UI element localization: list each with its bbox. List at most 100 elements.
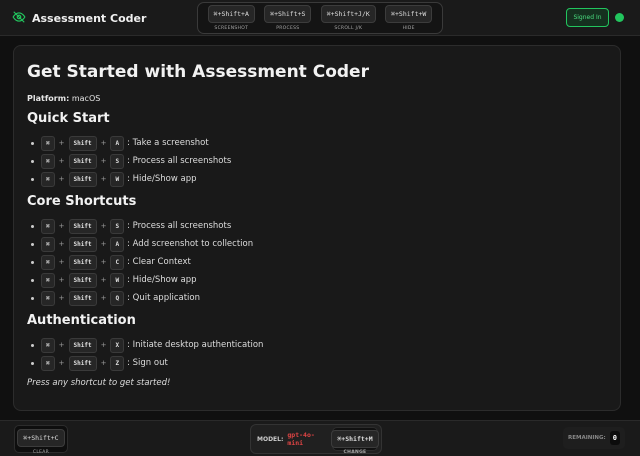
- key-letter: C: [110, 254, 125, 270]
- section-title: Authentication: [27, 313, 136, 328]
- shortcut-description: : Hide/Show app: [127, 174, 197, 184]
- plus: +: [58, 294, 65, 302]
- plus: +: [58, 240, 65, 248]
- bottom-bar: ⌘+Shift+C CLEAR MODEL: gpt-4o-mini ⌘+Shif…: [0, 420, 640, 456]
- key-shift: Shift: [68, 171, 97, 187]
- shortcut-label: HIDE: [402, 26, 415, 31]
- key-letter: A: [110, 236, 125, 252]
- model-selector: MODEL: gpt-4o-mini ⌘+Shift+M CHANGE: [250, 424, 382, 455]
- platform-value: macOS: [71, 94, 101, 103]
- plus: +: [100, 157, 107, 165]
- bullet: [31, 177, 34, 181]
- plus: +: [100, 175, 107, 183]
- key-letter: S: [110, 153, 125, 169]
- key-letter: Q: [110, 290, 125, 306]
- key-letter: W: [110, 272, 125, 288]
- list-item: ⌘ + Shift + Z : Sign out: [27, 354, 607, 372]
- eye-off-icon: [12, 10, 26, 27]
- bullet: [31, 260, 34, 264]
- list-item: ⌘ + Shift + Q : Quit application: [27, 289, 607, 307]
- shortcut-list: ⌘ + Shift + S : Process all screenshots ⌘ +…: [27, 217, 607, 307]
- plus: +: [100, 222, 107, 230]
- shortcut-keys: ⌘+Shift+J/K: [320, 5, 376, 23]
- plus: +: [58, 175, 65, 183]
- key-cmd: ⌘: [41, 254, 55, 270]
- shortcut-description: : Process all screenshots: [127, 156, 232, 166]
- key-cmd: ⌘: [41, 135, 55, 151]
- bullet: [31, 224, 34, 228]
- list-item: ⌘ + Shift + S : Process all screenshots: [27, 217, 607, 235]
- key-shift: Shift: [68, 236, 97, 252]
- plus: +: [100, 258, 107, 266]
- bullet: [31, 296, 34, 300]
- section-title: Core Shortcuts: [27, 194, 137, 209]
- key-shift: Shift: [68, 290, 97, 306]
- plus: +: [100, 276, 107, 284]
- remaining-label: REMAINING:: [568, 435, 606, 441]
- key-shift: Shift: [68, 355, 97, 371]
- key-cmd: ⌘: [41, 290, 55, 306]
- shortcut-description: : Add screenshot to collection: [127, 239, 254, 249]
- shortcut-label: CHANGE: [343, 450, 367, 455]
- bullet: [31, 141, 34, 145]
- key-letter: Z: [110, 355, 125, 371]
- plus: +: [58, 341, 65, 349]
- plus: +: [58, 276, 65, 284]
- shortcut-list: ⌘ + Shift + A : Take a screenshot ⌘ + Shift…: [27, 134, 607, 188]
- signed-in-button[interactable]: Signed In: [566, 8, 609, 27]
- list-item: ⌘ + Shift + W : Hide/Show app: [27, 271, 607, 289]
- clear-shortcut[interactable]: ⌘+Shift+C CLEAR: [14, 425, 68, 455]
- plus: +: [100, 240, 107, 248]
- shortcut-bar: ⌘+Shift+A SCREENSHOT ⌘+Shift+S PROCESS ⌘+S…: [197, 2, 443, 34]
- key-shift: Shift: [68, 153, 97, 169]
- key-shift: Shift: [68, 272, 97, 288]
- remaining-counter: REMAINING: 0: [563, 427, 625, 449]
- shortcut-process[interactable]: ⌘+Shift+S PROCESS: [264, 5, 312, 31]
- shortcut-keys: ⌘+Shift+S: [264, 5, 312, 23]
- shortcut-screenshot[interactable]: ⌘+Shift+A SCREENSHOT: [207, 5, 255, 31]
- platform-label: Platform:: [27, 94, 70, 103]
- shortcut-description: : Initiate desktop authentication: [127, 340, 264, 350]
- shortcut-keys: ⌘+Shift+M: [331, 430, 379, 448]
- change-model-button[interactable]: ⌘+Shift+M CHANGE: [331, 427, 379, 455]
- model-label: MODEL:: [257, 435, 284, 443]
- key-cmd: ⌘: [41, 218, 55, 234]
- model-value: gpt-4o-mini: [287, 431, 315, 447]
- key-letter: W: [110, 171, 125, 187]
- shortcut-description: : Take a screenshot: [127, 138, 209, 148]
- shortcut-scroll[interactable]: ⌘+Shift+J/K SCROLL J/K: [320, 5, 376, 31]
- top-bar: Assessment Coder ⌘+Shift+A SCREENSHOT ⌘+S…: [0, 0, 640, 36]
- shortcut-label: SCREENSHOT: [214, 26, 249, 31]
- plus: +: [100, 139, 107, 147]
- plus: +: [100, 294, 107, 302]
- footer-hint: Press any shortcut to get started!: [27, 378, 171, 388]
- key-letter: S: [110, 218, 125, 234]
- list-item: ⌘ + Shift + W : Hide/Show app: [27, 170, 607, 188]
- shortcut-hide[interactable]: ⌘+Shift+W HIDE: [385, 5, 433, 31]
- plus: +: [58, 222, 65, 230]
- key-cmd: ⌘: [41, 171, 55, 187]
- shortcut-list: ⌘ + Shift + X : Initiate desktop authentic…: [27, 336, 607, 372]
- remaining-value: 0: [609, 431, 620, 445]
- bullet: [31, 278, 34, 282]
- shortcut-keys: ⌘+Shift+A: [207, 5, 255, 23]
- list-item: ⌘ + Shift + C : Clear Context: [27, 253, 607, 271]
- bullet: [31, 159, 34, 163]
- plus: +: [58, 258, 65, 266]
- brand: Assessment Coder: [12, 10, 146, 27]
- bullet: [31, 361, 34, 365]
- key-shift: Shift: [68, 337, 97, 353]
- key-cmd: ⌘: [41, 236, 55, 252]
- status-indicator: [615, 13, 624, 22]
- key-shift: Shift: [68, 218, 97, 234]
- app-title: Assessment Coder: [32, 12, 147, 25]
- key-cmd: ⌘: [41, 272, 55, 288]
- shortcut-description: : Quit application: [127, 293, 200, 303]
- list-item: ⌘ + Shift + A : Take a screenshot: [27, 134, 607, 152]
- key-shift: Shift: [68, 135, 97, 151]
- shortcut-label: SCROLL J/K: [334, 26, 363, 31]
- plus: +: [58, 139, 65, 147]
- bullet: [31, 242, 34, 246]
- list-item: ⌘ + Shift + S : Process all screenshots: [27, 152, 607, 170]
- key-letter: X: [110, 337, 125, 353]
